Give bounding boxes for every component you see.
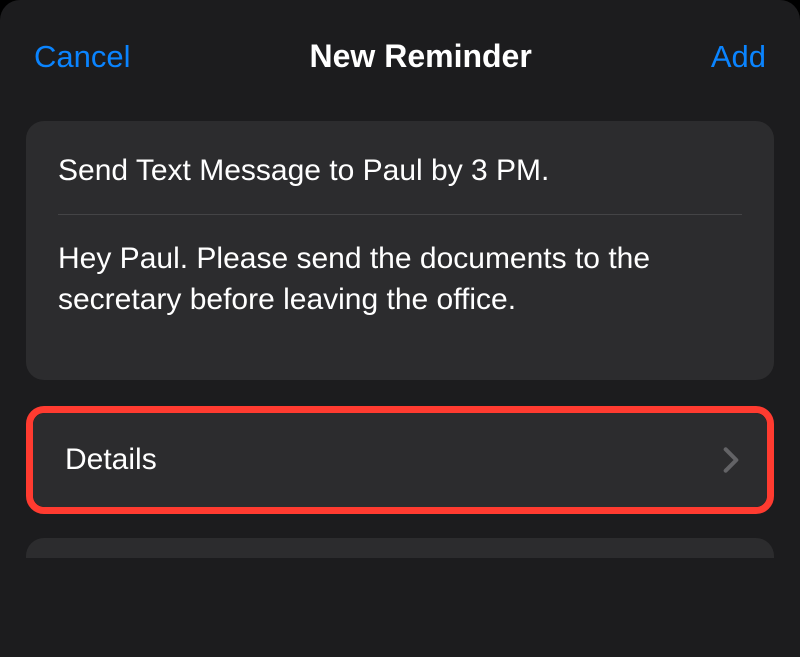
next-card-peek (26, 538, 774, 558)
details-button[interactable]: Details (33, 413, 767, 507)
reminder-notes-input[interactable]: Hey Paul. Please send the documents to t… (58, 215, 742, 320)
details-highlight: Details (26, 406, 774, 514)
page-title: New Reminder (310, 38, 532, 75)
content-area: Send Text Message to Paul by 3 PM. Hey P… (0, 101, 800, 534)
reminder-title-input[interactable]: Send Text Message to Paul by 3 PM. (58, 151, 742, 215)
details-label: Details (65, 443, 157, 477)
add-button[interactable]: Add (711, 39, 766, 75)
header: Cancel New Reminder Add (0, 0, 800, 101)
cancel-button[interactable]: Cancel (34, 39, 131, 75)
new-reminder-sheet: Cancel New Reminder Add Send Text Messag… (0, 0, 800, 657)
reminder-card: Send Text Message to Paul by 3 PM. Hey P… (26, 121, 774, 380)
chevron-right-icon (723, 446, 739, 474)
